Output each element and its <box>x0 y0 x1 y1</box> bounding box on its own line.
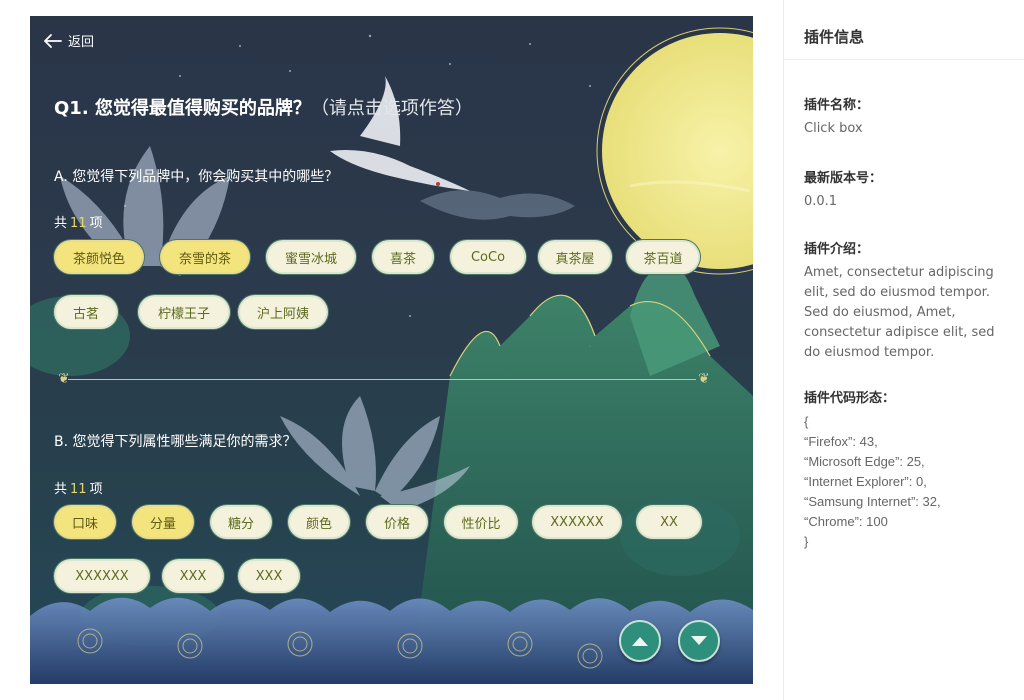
count-prefix: 共 <box>54 216 68 231</box>
chevron-down-icon <box>691 636 707 645</box>
section-b-option-chip[interactable]: XX <box>638 507 700 537</box>
section-a-count: 共 11 项 <box>54 212 103 231</box>
plugin-intro-value: Amet, consectetur adipiscing elit, sed d… <box>804 265 995 360</box>
plugin-version-section: 最新版本号： 0.0.1 <box>804 167 1009 212</box>
panel-title: 插件信息 <box>784 0 1024 60</box>
section-b-option-chip[interactable]: 性价比 <box>446 507 516 537</box>
section-b-option-chip[interactable]: XXXXXX <box>534 507 620 537</box>
section-a-option-chip[interactable]: 古茗 <box>56 297 116 327</box>
plugin-info-panel: 插件信息 插件名称： Click box 最新版本号： 0.0.1 插件介绍： … <box>783 0 1024 700</box>
plugin-name-section: 插件名称： Click box <box>804 94 1009 139</box>
question-title: Q1. 您觉得最值得购买的品牌？（请点击选项作答） <box>54 94 473 120</box>
count-suffix: 项 <box>89 482 103 497</box>
section-a-option-chip[interactable]: 喜茶 <box>374 242 432 272</box>
section-a-title: A. 您觉得下列品牌中，你会购买其中的哪些？ <box>54 169 339 185</box>
plugin-version-value: 0.0.1 <box>804 194 838 209</box>
chevron-up-icon <box>632 637 648 646</box>
code-line: “Samsung Internet”: 32, <box>804 494 941 509</box>
arrow-left-icon <box>44 33 62 48</box>
section-a-option-chip[interactable]: 蜜雪冰城 <box>268 242 354 272</box>
divider-ornament-right: ❦ <box>698 371 710 387</box>
plugin-intro-section: 插件介绍： Amet, consectetur adipiscing elit,… <box>804 238 1009 363</box>
section-a-option-chip[interactable]: 奈雪的茶 <box>162 242 248 272</box>
count-suffix: 项 <box>89 216 103 231</box>
back-label: 返回 <box>68 35 95 50</box>
question-text: Q1. 您觉得最值得购买的品牌？ <box>54 98 311 119</box>
plugin-version-label: 最新版本号： <box>804 171 883 186</box>
moon-illustration <box>602 33 753 269</box>
question-hint: （请点击选项作答） <box>310 98 473 119</box>
section-b-title: B. 您觉得下列属性哪些满足你的需求？ <box>54 434 297 450</box>
survey-canvas: 返回 Q1. 您觉得最值得购买的品牌？（请点击选项作答） A. 您觉得下列品牌中… <box>30 16 753 684</box>
section-divider <box>68 379 696 380</box>
count-prefix: 共 <box>54 482 68 497</box>
count-value: 11 <box>70 216 87 231</box>
code-line: “Microsoft Edge”: 25, <box>804 454 925 469</box>
code-line: “Firefox”: 43, <box>804 434 878 449</box>
code-line: } <box>804 534 809 549</box>
section-a-option-chip[interactable]: 茶颜悦色 <box>56 242 142 272</box>
code-line: “Internet Explorer”: 0, <box>804 474 927 489</box>
section-b-option-chip[interactable]: XXXXXX <box>56 561 148 591</box>
section-b-option-chip[interactable]: 分量 <box>134 507 192 537</box>
back-button[interactable]: 返回 <box>44 31 94 50</box>
plugin-code-section: 插件代码形态： { “Firefox”: 43, “Microsoft Edge… <box>804 387 1009 552</box>
next-button[interactable] <box>678 620 720 662</box>
plugin-code-label: 插件代码形态： <box>804 391 896 406</box>
section-a-option-chip[interactable]: 真茶屋 <box>540 242 610 272</box>
count-value: 11 <box>70 482 87 497</box>
previous-button[interactable] <box>619 620 661 662</box>
section-b-option-chip[interactable]: 口味 <box>56 507 114 537</box>
section-b-option-chip[interactable]: 颜色 <box>290 507 348 537</box>
section-a-option-chip[interactable]: 柠檬王子 <box>140 297 228 327</box>
section-a-option-chip[interactable]: CoCo <box>452 242 524 272</box>
code-line: { <box>804 414 809 429</box>
section-a-option-chip[interactable]: 茶百道 <box>628 242 698 272</box>
app-root: 返回 Q1. 您觉得最值得购买的品牌？（请点击选项作答） A. 您觉得下列品牌中… <box>0 0 1024 700</box>
plugin-name-value: Click box <box>804 121 863 136</box>
section-a-option-chip[interactable]: 沪上阿姨 <box>240 297 326 327</box>
plugin-code-block: { “Firefox”: 43, “Microsoft Edge”: 25, “… <box>804 412 1009 552</box>
code-line: “Chrome”: 100 <box>804 514 888 529</box>
section-b-option-chip[interactable]: 糖分 <box>212 507 270 537</box>
section-b-option-chip[interactable]: XXX <box>240 561 298 591</box>
plugin-intro-label: 插件介绍： <box>804 242 870 257</box>
section-b-count: 共 11 项 <box>54 478 103 497</box>
plugin-name-label: 插件名称： <box>804 98 870 113</box>
section-b-option-chip[interactable]: 价格 <box>368 507 426 537</box>
section-b-option-chip[interactable]: XXX <box>164 561 222 591</box>
